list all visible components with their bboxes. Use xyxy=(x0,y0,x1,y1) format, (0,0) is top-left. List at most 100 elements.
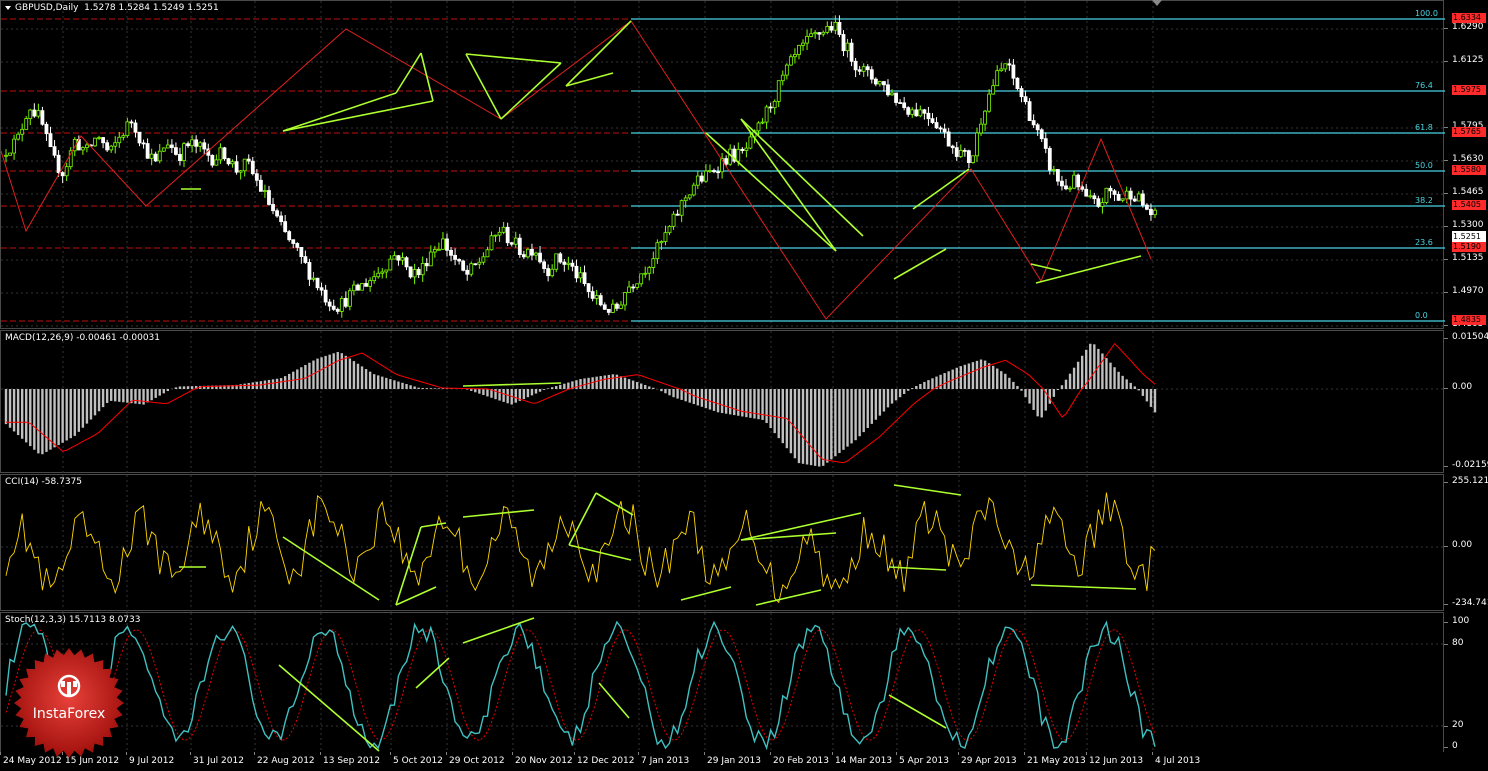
price-chart-canvas[interactable] xyxy=(1,1,1445,330)
trendline[interactable] xyxy=(740,118,864,237)
macd-bar xyxy=(279,378,283,389)
stoch-pane[interactable]: Stoch(12,3,3) 15.7113 8.0733 xyxy=(0,612,1445,754)
trendline[interactable] xyxy=(395,52,422,94)
macd-bar xyxy=(409,385,412,389)
macd-bar xyxy=(688,389,691,403)
candle xyxy=(1084,188,1089,197)
candle xyxy=(97,137,101,139)
trendline[interactable] xyxy=(888,566,947,571)
candle xyxy=(428,251,433,267)
trendline[interactable] xyxy=(568,492,597,546)
stoch-canvas[interactable] xyxy=(1,613,1445,754)
candle xyxy=(704,170,708,182)
candle xyxy=(776,80,781,102)
price-tick-label: 1.5630 xyxy=(1452,154,1484,164)
macd-bar xyxy=(381,376,384,389)
macd-bar xyxy=(915,386,918,389)
candle xyxy=(788,56,793,66)
trendline[interactable] xyxy=(462,509,535,518)
cci-pane[interactable]: CCI(14) -58.7375 xyxy=(0,474,1445,612)
candle xyxy=(315,277,320,289)
cci-canvas[interactable] xyxy=(1,475,1445,612)
price-tick-mark xyxy=(1444,127,1448,128)
trendline[interactable] xyxy=(740,118,837,252)
candle xyxy=(975,132,979,157)
candle xyxy=(352,284,356,292)
macd-bar xyxy=(393,380,396,389)
time-axis[interactable]: 24 May 2012 15 Jun 2012 9 Jul 2012 31 Jul 2… xyxy=(0,752,1488,771)
price-chart-pane[interactable]: GBPUSD,Daily 1.5278 1.5284 1.5249 1.5251… xyxy=(0,0,1445,330)
macd-bar xyxy=(1133,386,1136,389)
trendline[interactable] xyxy=(598,682,630,719)
macd-bar xyxy=(947,371,950,389)
macd-bar xyxy=(579,379,582,389)
candle xyxy=(768,106,773,109)
trendline[interactable] xyxy=(888,694,947,729)
candle xyxy=(1019,88,1024,98)
macd-pane[interactable]: MACD(12,26,9) -0.00461 -0.00031 xyxy=(0,330,1445,474)
chart-menu-arrow-icon[interactable] xyxy=(5,6,11,10)
candle xyxy=(1003,63,1008,70)
macd-bar xyxy=(433,388,437,389)
trendline[interactable] xyxy=(462,617,535,644)
price-tick-label: 1.5465 xyxy=(1452,187,1484,197)
candle xyxy=(52,146,57,156)
candle xyxy=(825,25,830,33)
macd-bar xyxy=(288,373,291,389)
time-axis-label: 12 Dec 2012 xyxy=(577,756,635,766)
candle xyxy=(829,25,834,31)
trendline[interactable] xyxy=(278,664,380,752)
trendline[interactable] xyxy=(680,586,732,601)
stoch-trendlines[interactable] xyxy=(278,617,947,752)
trendline[interactable] xyxy=(462,382,562,387)
candle xyxy=(845,42,850,52)
trendline[interactable] xyxy=(755,589,822,606)
macd-bar xyxy=(502,389,505,402)
macd-bar xyxy=(979,359,983,389)
candle xyxy=(1092,195,1097,200)
candle xyxy=(416,269,421,276)
macd-canvas[interactable] xyxy=(1,331,1445,474)
shift-marker-icon[interactable] xyxy=(1152,0,1162,6)
macd-bar xyxy=(1012,381,1015,389)
trendline[interactable] xyxy=(395,586,437,606)
time-axis-label: 22 Aug 2012 xyxy=(257,756,315,766)
candle xyxy=(627,286,631,293)
trendline[interactable] xyxy=(912,168,970,210)
instaforex-logo: InstaForex xyxy=(14,648,124,758)
trendline[interactable] xyxy=(282,536,380,601)
macd-bar xyxy=(377,375,380,389)
candle xyxy=(85,144,89,149)
macd-bar xyxy=(470,389,473,391)
macd-bar xyxy=(830,389,833,460)
macd-bar xyxy=(421,388,424,389)
candlestick-series[interactable] xyxy=(4,15,1157,318)
candle xyxy=(651,258,656,268)
candle xyxy=(683,197,688,202)
macd-bar xyxy=(971,362,975,389)
trendline[interactable] xyxy=(420,52,434,102)
time-tick-mark xyxy=(832,752,833,755)
candle xyxy=(133,122,138,133)
macd-bar xyxy=(401,382,404,389)
trendline[interactable] xyxy=(893,248,947,280)
macd-bar xyxy=(931,378,934,389)
trendline[interactable] xyxy=(893,484,962,496)
candle xyxy=(659,241,664,244)
macd-bar xyxy=(607,374,611,389)
trendline[interactable] xyxy=(595,492,634,516)
cci-tick-mark xyxy=(1444,482,1448,483)
macd-bar xyxy=(1149,389,1153,407)
candle xyxy=(602,304,607,310)
macd-bar xyxy=(239,384,242,389)
macd-bar xyxy=(1036,389,1039,417)
macd-bar xyxy=(834,389,837,457)
trendline[interactable] xyxy=(1030,584,1137,590)
cci-tick-label: 255.1212 xyxy=(1452,476,1488,486)
macd-bar xyxy=(372,374,376,389)
time-tick-mark xyxy=(958,752,959,755)
macd-bar xyxy=(385,377,388,389)
macd-bar xyxy=(797,389,801,464)
macd-bar xyxy=(611,374,615,389)
candle xyxy=(347,290,352,307)
